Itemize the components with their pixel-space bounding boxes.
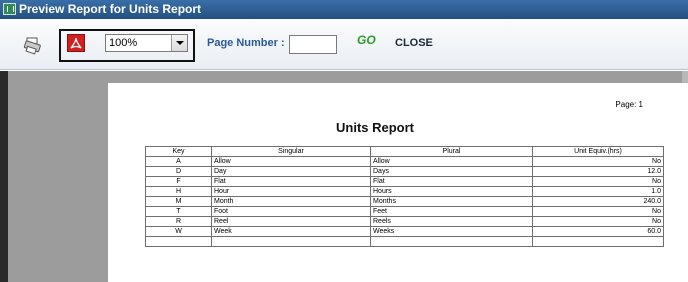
app-icon — [3, 3, 16, 15]
report-title: Units Report — [336, 120, 414, 135]
column-header-singular: Singular — [211, 146, 371, 157]
table-cell-singular: Allow — [211, 156, 371, 167]
table-row: M Month Months 240.0 — [145, 196, 664, 207]
page-number-label: Page Number : — [207, 37, 285, 49]
close-button[interactable]: CLOSE — [395, 37, 433, 49]
table-cell-plural: Days — [370, 166, 533, 177]
table-row: F Flat Flat No — [145, 176, 664, 187]
table-cell-singular: Month — [211, 196, 371, 207]
table-cell-singular: Flat — [211, 176, 371, 187]
report-table: Key Singular Plural Unit Equiv.(hrs) A A… — [145, 146, 664, 247]
zoom-value: 100% — [109, 37, 138, 49]
table-cell-key: T — [145, 206, 212, 217]
table-cell-key: W — [145, 226, 212, 237]
table-cell-plural: Reels — [370, 216, 533, 227]
table-row: D Day Days 12.0 — [145, 166, 664, 177]
page-label: Page: 1 — [615, 100, 643, 109]
pdf-export-button[interactable] — [67, 34, 85, 52]
table-cell-key: M — [145, 196, 212, 207]
title-bar: Preview Report for Units Report — [0, 0, 688, 19]
table-cell-plural: Allow — [370, 156, 533, 167]
table-row: T Foot Feet No — [145, 206, 664, 217]
table-row — [145, 236, 664, 247]
table-cell-singular: Reel — [211, 216, 371, 227]
table-cell-unit-equiv: No — [532, 176, 664, 187]
table-cell-key: D — [145, 166, 212, 177]
go-icon: GO — [357, 33, 376, 47]
table-cell-singular: Hour — [211, 186, 371, 197]
report-page: Page: 1 Units Report Key Singular Plural… — [108, 83, 688, 282]
table-row: A Allow Allow No — [145, 156, 664, 167]
table-cell-key: A — [145, 156, 212, 167]
page-number-input[interactable] — [289, 35, 337, 54]
table-cell-plural: Feet — [370, 206, 533, 217]
zoom-select[interactable]: 100% — [105, 34, 188, 52]
table-cell-unit-equiv: No — [532, 156, 664, 167]
table-cell-unit-equiv: No — [532, 206, 664, 217]
table-cell-unit-equiv: 12.0 — [532, 166, 664, 177]
chevron-down-icon[interactable] — [171, 35, 187, 51]
window-title: Preview Report for Units Report — [19, 2, 202, 16]
column-header-plural: Plural — [370, 146, 533, 157]
table-cell-singular: Day — [211, 166, 371, 177]
table-cell-plural: Flat — [370, 176, 533, 187]
table-cell-key: F — [145, 176, 212, 187]
table-row: H Hour Hours 1.0 — [145, 186, 664, 197]
table-cell-plural: Weeks — [370, 226, 533, 237]
table-cell-unit-equiv: No — [532, 216, 664, 227]
table-cell-key: R — [145, 216, 212, 227]
table-cell-key: H — [145, 186, 212, 197]
table-cell-plural — [370, 236, 533, 247]
table-cell-singular: Week — [211, 226, 371, 237]
pdf-icon — [70, 37, 82, 49]
table-cell-key — [145, 236, 212, 247]
table-cell-unit-equiv — [532, 236, 664, 247]
table-cell-plural: Months — [370, 196, 533, 207]
table-cell-unit-equiv: 1.0 — [532, 186, 664, 197]
table-cell-singular — [211, 236, 371, 247]
table-cell-singular: Foot — [211, 206, 371, 217]
column-header-unit-equiv: Unit Equiv.(hrs) — [532, 146, 664, 157]
go-button[interactable]: GO — [357, 33, 377, 51]
table-cell-unit-equiv: 60.0 — [532, 226, 664, 237]
table-cell-plural: Hours — [370, 186, 533, 197]
printer-icon[interactable] — [23, 36, 43, 56]
table-cell-unit-equiv: 240.0 — [532, 196, 664, 207]
column-header-key: Key — [145, 146, 212, 157]
table-header-row: Key Singular Plural Unit Equiv.(hrs) — [145, 146, 664, 157]
table-row: W Week Weeks 60.0 — [145, 226, 664, 237]
table-row: R Reel Reels No — [145, 216, 664, 227]
